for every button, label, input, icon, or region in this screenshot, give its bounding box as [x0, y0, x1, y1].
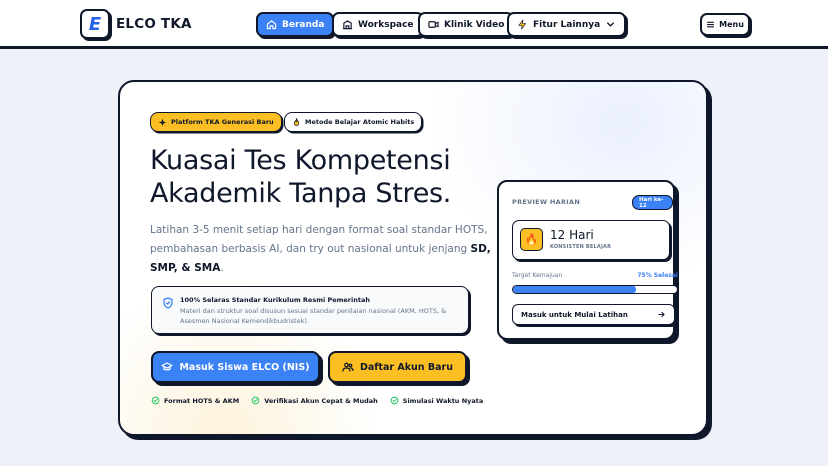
logo-mark: E: [80, 9, 110, 39]
student-login-button[interactable]: Masuk Siswa ELCO (NIS): [151, 351, 320, 383]
progress-bar: [512, 285, 678, 294]
top-navbar: E ELCO TKA Beranda Workspace Klinik Vide…: [0, 0, 828, 49]
daily-preview-card: PREVIEW HARIAN Hari ke-12 🔥 12 Hari KONS…: [497, 180, 678, 340]
nav-item-fitur-lainnya[interactable]: Fitur Lainnya: [507, 12, 627, 37]
notice-body: Materi dan struktur soal disusun sesuai …: [180, 307, 447, 325]
home-icon: [266, 20, 277, 30]
users-icon: [342, 362, 354, 372]
arrow-right-icon: [658, 311, 665, 318]
nav-item-beranda[interactable]: Beranda: [256, 12, 335, 37]
shield-check-icon: [163, 297, 173, 309]
preview-title: PREVIEW HARIAN: [512, 198, 581, 206]
register-button[interactable]: Daftar Akun Baru: [328, 351, 467, 383]
brand-name: ELCO TKA: [116, 16, 192, 32]
target-row: Target Kemajuan 75% Selesai: [512, 272, 678, 279]
check-circle-icon: [251, 396, 260, 405]
check-circle-icon: [390, 396, 399, 405]
bolt-icon: [518, 19, 527, 30]
feature-checklist: Format HOTS & AKM Verifikasi Akun Cepat …: [151, 396, 483, 405]
notice-title: 100% Selaras Standar Kurikulum Resmi Pem…: [180, 296, 370, 304]
hero-headline: Kuasai Tes Kompetensi Akademik Tanpa Str…: [150, 145, 452, 209]
fire-icon: 🔥: [520, 228, 543, 251]
streak-label: KONSISTEN BELAJAR: [550, 244, 612, 250]
streak-box: 🔥 12 Hari KONSISTEN BELAJAR: [512, 220, 670, 260]
chevron-down-icon: [607, 22, 615, 27]
nav-item-klinik-video[interactable]: Klinik Video: [418, 12, 515, 37]
streak-value: 12 Hari: [550, 228, 594, 242]
hamburger-icon: [707, 21, 715, 28]
flame-icon: [293, 117, 300, 126]
check-circle-icon: [151, 396, 160, 405]
day-badge: Hari ke-12: [632, 195, 673, 210]
target-label: Target Kemajuan: [512, 272, 563, 279]
check-item: Format HOTS & AKM: [151, 396, 239, 405]
check-item: Verifikasi Akun Cepat & Mudah: [251, 396, 378, 405]
menu-button[interactable]: Menu: [700, 13, 750, 36]
sparkle-icon: [158, 118, 167, 126]
graduation-cap-icon: [161, 362, 174, 371]
progress-fill: [513, 286, 636, 293]
hero-card: Platform TKA Generasi Baru Metode Belaja…: [118, 80, 708, 436]
start-practice-button[interactable]: Masuk untuk Mulai Latihan: [512, 304, 675, 325]
curriculum-notice: 100% Selaras Standar Kurikulum Resmi Pem…: [151, 286, 469, 334]
workspace-icon: [342, 20, 353, 30]
brand-logo[interactable]: E ELCO TKA: [80, 9, 192, 39]
video-icon: [428, 21, 439, 28]
nav-item-workspace[interactable]: Workspace: [332, 12, 424, 37]
platform-badge: Platform TKA Generasi Baru: [150, 112, 282, 132]
hero-description: Latihan 3-5 menit setiap hari dengan for…: [150, 224, 491, 274]
target-value: 75% Selesai: [637, 272, 678, 279]
check-item: Simulasi Waktu Nyata: [390, 396, 483, 405]
method-badge: Metode Belajar Atomic Habits: [284, 112, 423, 132]
